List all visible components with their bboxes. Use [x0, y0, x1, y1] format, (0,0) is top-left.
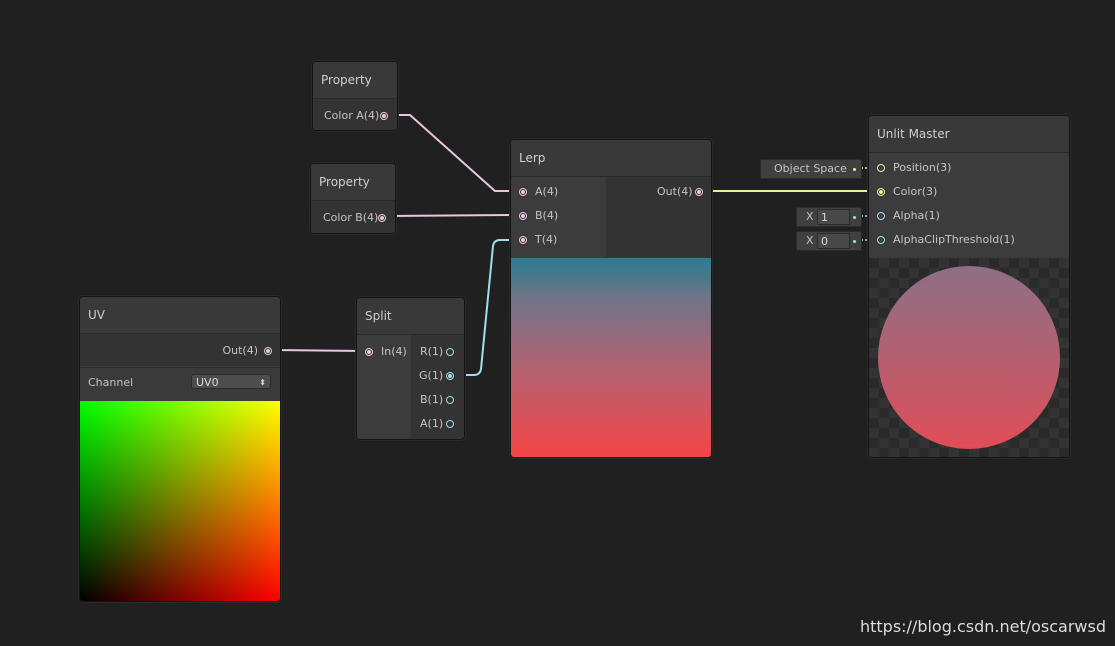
space-connector-dot [853, 168, 856, 171]
split-a-port[interactable] [446, 420, 454, 428]
lerp-input-t: T(4) [535, 233, 558, 246]
lerp-a-port[interactable] [519, 188, 527, 196]
position-space-label: Object Space [774, 162, 847, 175]
clip-connector-dot [853, 240, 856, 243]
wire-color-a-to-lerp-a [389, 114, 517, 192]
channel-label: Channel [88, 376, 134, 389]
split-output-r: R(1) [420, 345, 444, 358]
wire-split-g-to-lerp-t [456, 239, 517, 376]
preview-sphere [878, 266, 1060, 449]
property-node-color-b[interactable]: Property Color B(4) [310, 163, 396, 234]
lerp-output-port[interactable] [695, 188, 703, 196]
dropdown-arrows-icon: ⬍ [259, 378, 266, 387]
output-color-a: Color A(4) [324, 109, 380, 122]
master-input-alpha: Alpha(1) [893, 209, 940, 222]
alpha-port[interactable] [877, 212, 885, 220]
split-node[interactable]: Split In(4) R(1) G(1) B(1) A(1) [356, 297, 465, 440]
position-port[interactable] [877, 164, 885, 172]
master-input-clip-threshold: AlphaClipThreshold(1) [893, 233, 1015, 246]
split-output-b: B(1) [420, 393, 444, 406]
color-port[interactable] [877, 188, 885, 196]
node-title: UV [80, 297, 280, 334]
split-output-a: A(1) [420, 417, 444, 430]
lerp-t-port[interactable] [519, 236, 527, 244]
node-title: Property [313, 62, 397, 99]
alpha-input-field[interactable]: X 1 [796, 207, 862, 227]
clip-axis-label: X [806, 234, 814, 247]
uv-node[interactable]: UV Out(4) Channel UV0 ⬍ [79, 296, 281, 602]
channel-dropdown[interactable]: UV0 ⬍ [191, 374, 271, 389]
lerp-preview [511, 258, 711, 457]
node-title: Property [311, 164, 395, 201]
alpha-axis-label: X [806, 210, 814, 223]
color-b-output-port[interactable] [378, 214, 386, 222]
lerp-input-b: B(4) [535, 209, 559, 222]
unlit-master-node[interactable]: Unlit Master Position(3) Color(3) Alpha(… [868, 115, 1070, 458]
lerp-b-port[interactable] [519, 212, 527, 220]
alpha-connector-dot [853, 216, 856, 219]
uv-preview [80, 401, 280, 601]
color-a-output-port[interactable] [380, 112, 388, 120]
master-input-color: Color(3) [893, 185, 938, 198]
uv-output-port[interactable] [264, 347, 272, 355]
node-title: Unlit Master [869, 116, 1069, 153]
split-r-port[interactable] [446, 348, 454, 356]
alpha-value[interactable]: 1 [817, 209, 850, 225]
channel-dropdown-value: UV0 [196, 376, 219, 389]
watermark: https://blog.csdn.net/oscarwsd [859, 617, 1106, 636]
node-title: Split [357, 298, 464, 335]
split-b-port[interactable] [446, 396, 454, 404]
split-output-g: G(1) [419, 369, 444, 382]
lerp-output-label: Out(4) [657, 185, 693, 198]
position-space-field[interactable]: Object Space [760, 159, 862, 179]
split-g-port[interactable] [446, 372, 454, 380]
wire-uv-to-split [272, 349, 364, 352]
split-input-port[interactable] [365, 348, 373, 356]
output-color-b: Color B(4) [323, 211, 379, 224]
wire-color-b-to-lerp-b [386, 214, 518, 217]
master-input-position: Position(3) [893, 161, 952, 174]
property-node-color-a[interactable]: Property Color A(4) [312, 61, 398, 131]
clip-threshold-input-field[interactable]: X 0 [796, 231, 862, 251]
lerp-input-a: A(4) [535, 185, 559, 198]
lerp-node[interactable]: Lerp A(4) B(4) T(4) Out(4) [510, 139, 712, 458]
uv-output-label: Out(4) [222, 344, 258, 357]
node-title: Lerp [511, 140, 711, 177]
master-preview [869, 258, 1069, 457]
split-input-label: In(4) [381, 345, 407, 358]
clip-threshold-port[interactable] [877, 236, 885, 244]
clip-value[interactable]: 0 [817, 233, 850, 249]
